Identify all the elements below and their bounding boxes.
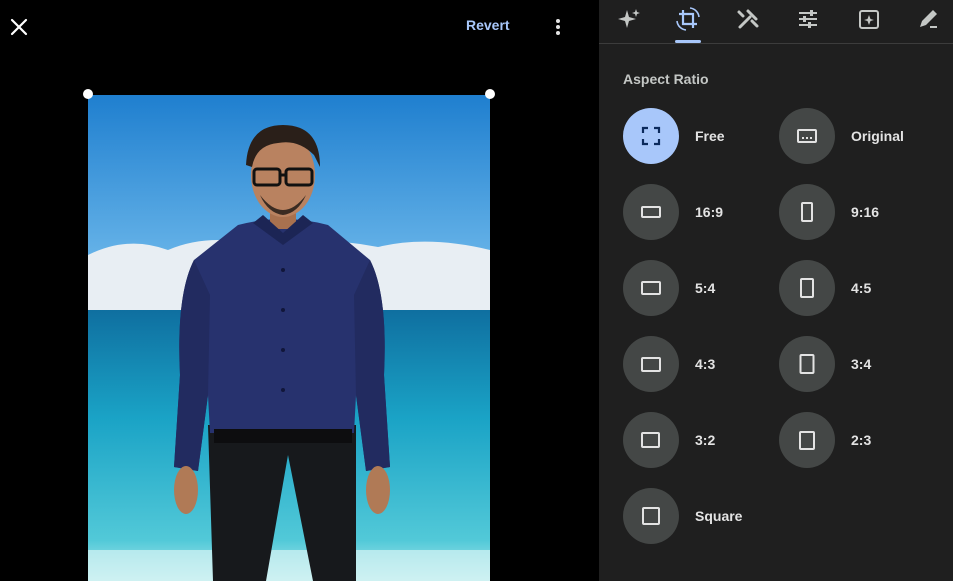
active-tab-indicator [675, 40, 701, 43]
crop-handle-top-right[interactable] [485, 89, 495, 99]
canvas-area: Revert [0, 0, 599, 581]
tab-filters[interactable] [854, 6, 884, 32]
free-crop-icon [641, 126, 661, 146]
tool-tabs [599, 0, 953, 44]
ratio-option-16-9[interactable]: 16:9 [623, 184, 723, 240]
ratio-label: 3:2 [695, 432, 716, 448]
markup-pen-icon [920, 10, 937, 28]
original-ratio-icon [797, 129, 817, 143]
more-vert-icon [556, 19, 560, 35]
photo-being-cropped[interactable] [88, 95, 490, 581]
ratio-label: 5:4 [695, 280, 716, 296]
ratio-label: 16:9 [695, 204, 724, 220]
landscape-ratio-icon [641, 357, 661, 372]
landscape-ratio-icon [641, 281, 661, 295]
ratio-option-3-4[interactable]: 3:4 [779, 336, 871, 392]
tools-icon [737, 9, 759, 29]
aspect-ratio-title: Aspect Ratio [623, 71, 709, 87]
tab-crop[interactable] [673, 6, 703, 32]
sparkle-icon [618, 9, 640, 28]
ratio-option-9-16[interactable]: 9:16 [779, 184, 879, 240]
tab-markup[interactable] [913, 6, 943, 32]
ratio-label: 2:3 [851, 432, 872, 448]
ratio-option-4-3[interactable]: 4:3 [623, 336, 715, 392]
landscape-ratio-icon [641, 432, 660, 448]
ratio-label: 9:16 [851, 204, 880, 220]
crop-handle-top-left[interactable] [83, 89, 93, 99]
ratio-option-3-2[interactable]: 3:2 [623, 412, 715, 468]
ratio-label: Original [851, 128, 904, 144]
portrait-ratio-icon [799, 431, 815, 450]
ratio-label: 3:4 [851, 356, 872, 372]
ratio-option-original[interactable]: Original [779, 108, 904, 164]
ratio-label: Square [695, 508, 743, 524]
ratio-option-square[interactable]: Square [623, 488, 742, 544]
revert-button[interactable]: Revert [466, 17, 510, 33]
beach-portrait-image [88, 95, 490, 581]
tab-ai-enhance[interactable] [614, 6, 644, 32]
portrait-ratio-icon [799, 354, 815, 374]
ratio-option-2-3[interactable]: 2:3 [779, 412, 871, 468]
landscape-ratio-icon [641, 206, 661, 218]
more-options-button[interactable] [548, 14, 568, 40]
ratio-option-5-4[interactable]: 5:4 [623, 260, 715, 316]
ratio-option-free[interactable]: Free [623, 108, 725, 164]
ratio-option-4-5[interactable]: 4:5 [779, 260, 871, 316]
ratio-label: 4:5 [851, 280, 872, 296]
portrait-ratio-icon [800, 278, 814, 298]
portrait-ratio-icon [801, 202, 813, 222]
ratio-label: 4:3 [695, 356, 716, 372]
crop-panel: Aspect Ratio Free Original 16:9 9:16 5:4… [599, 0, 953, 581]
tab-tools[interactable] [733, 6, 763, 32]
sliders-icon [799, 10, 817, 28]
tab-adjust[interactable] [793, 6, 823, 32]
close-icon [10, 18, 28, 36]
crop-rotate-icon [676, 7, 700, 31]
square-ratio-icon [642, 507, 660, 525]
filter-add-icon [859, 10, 879, 29]
ratio-label: Free [695, 128, 725, 144]
photo-editor: Revert Aspect Ratio Free Original 16:9 9… [0, 0, 953, 581]
close-button[interactable] [6, 14, 32, 40]
